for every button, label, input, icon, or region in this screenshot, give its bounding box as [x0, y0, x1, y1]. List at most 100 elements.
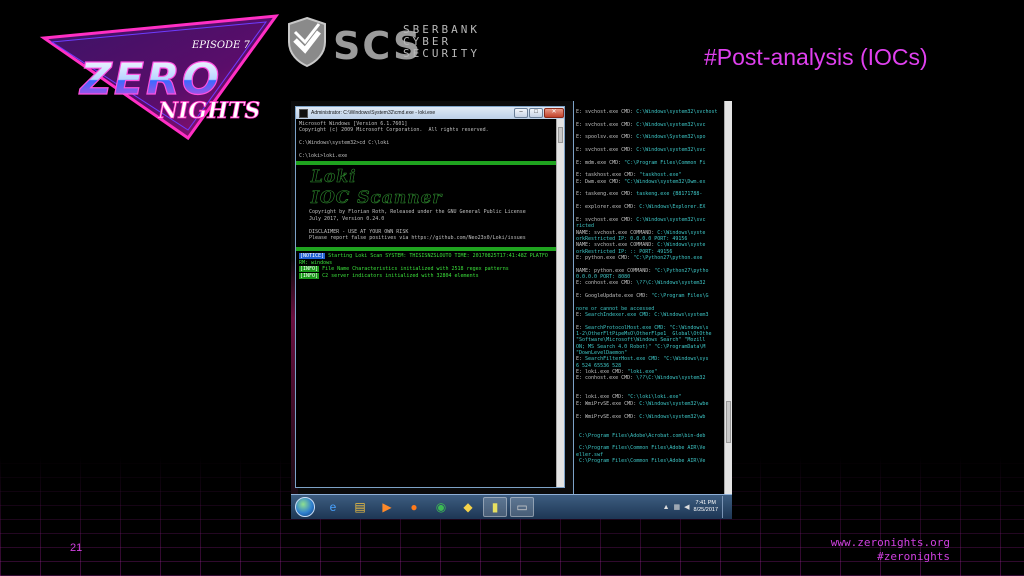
- line-key: E: svchost.exe CMD:: [576, 109, 637, 115]
- info-badge: [INFO]: [299, 272, 320, 279]
- banner-divider: [296, 247, 564, 252]
- line-value: C:\Program Files\Common Files\Adobe AIR\…: [576, 457, 706, 464]
- line-key: E: loki.exe CMD:: [576, 369, 628, 376]
- banner-divider: [296, 161, 564, 166]
- scs-line-3: SECURITY: [403, 47, 480, 60]
- shield-icon: [288, 16, 326, 68]
- taskbar-item[interactable]: e: [321, 497, 345, 517]
- info-badge: [INFO]: [299, 266, 320, 273]
- line-value: C:\Windows\syste: [657, 242, 706, 249]
- cmd-icon: [299, 108, 308, 118]
- line-key: E:: [576, 324, 586, 331]
- line-key: NAME: svchost.exe COMMAND:: [576, 229, 658, 236]
- show-desktop-button[interactable]: [722, 496, 728, 518]
- taskbar-item[interactable]: ▤: [348, 497, 372, 517]
- slide-number: 21: [70, 542, 83, 554]
- taskbar-item[interactable]: ◉: [429, 497, 453, 517]
- line-value: C:\Windows\system32\wbe: [639, 400, 709, 407]
- line-value: ON; MS Search 4.0 Robot)" "C:\ProgramDat…: [576, 343, 706, 350]
- scrollbar-thumb[interactable]: [726, 401, 731, 443]
- internet-explorer-icon: e: [329, 500, 337, 514]
- console-line: E: svchost.exe CMD: C:\Windows\system32\…: [576, 109, 730, 115]
- line-value: orkRestricted IP: 0.0.0.0 PORT: 49156: [576, 235, 688, 242]
- console-line: E: GoogleUpdate.exe CMD: "C:\Program Fil…: [576, 293, 730, 299]
- nights-word: NIGHTS: [157, 98, 260, 124]
- line-value: SearchProtocolHost.exe CMD: "C:\Windows\…: [585, 324, 709, 331]
- system-clock[interactable]: 7:41 PM 8/25/2017: [694, 500, 718, 514]
- notepad-icon: ▮: [491, 500, 499, 514]
- line-key: E:: [576, 356, 586, 363]
- clock-date: 8/25/2017: [693, 507, 718, 513]
- line-key: E: taskeng.exe CMD:: [576, 191, 637, 198]
- line-value: "DownLevelDaemon": [576, 350, 628, 357]
- line-value: "C:\Python27\python.exe: [633, 254, 703, 261]
- line-key: E: svchost.exe CMD:: [576, 121, 637, 128]
- notice-text: Starting Loki Scan SYSTEM: THISISNZSLOUT…: [325, 253, 548, 260]
- line-value: C:\Windows\system32\svc: [636, 216, 706, 223]
- taskbar-item[interactable]: ◆: [456, 497, 480, 517]
- line-value: \??\C:\Windows\system32: [636, 280, 706, 287]
- info-text: C2 server indicators initialized with 32…: [319, 272, 479, 279]
- line-key: NAME: svchost.exe COMMAND:: [576, 242, 658, 249]
- window-title: Administrator: C:\Windows\System32\cmd.e…: [311, 110, 436, 116]
- pinned-apps: e ▤ ▶ ● ◉ ◆ ▮ ▭: [321, 497, 537, 517]
- line-value: nore or cannot be accessed: [576, 305, 655, 312]
- line-key: E: WmiPrvSE.exe CMD:: [576, 413, 640, 420]
- notice-line: [NOTICE] Starting Loki Scan SYSTEM: THIS…: [299, 253, 561, 260]
- minimize-button[interactable]: –: [514, 108, 528, 118]
- line-value: 1-2\OtherFltPipeMsO\OtherFlpe1_ Global\O…: [576, 331, 712, 338]
- line-value: "C:\Windows\system32\Dwm.ex: [624, 178, 706, 185]
- maximize-button[interactable]: □: [529, 108, 543, 118]
- line-value: C:\Windows\system32\svc: [636, 147, 706, 154]
- close-button[interactable]: ✕: [544, 108, 564, 118]
- line-value: "C:\Python27\pytho: [654, 267, 709, 274]
- firefox-icon: ●: [410, 500, 418, 514]
- line-key: E: conhost.exe CMD:: [576, 375, 637, 382]
- console-line: C:\loki>loki.exe: [299, 153, 348, 160]
- line-value: C:\Program Files\Common Files\Adobe AIR\…: [576, 445, 706, 452]
- media-player-icon: ▶: [382, 500, 392, 514]
- scrollbar-thumb[interactable]: [558, 127, 563, 143]
- console-line: Copyright by Florian Roth, Released unde…: [309, 209, 526, 216]
- taskbar-item[interactable]: ▶: [375, 497, 399, 517]
- line-value: orkRestricted IP: :: PORT: 49156: [576, 248, 673, 255]
- cmd-window-loki[interactable]: Administrator: C:\Windows\System32\cmd.e…: [295, 106, 565, 488]
- console-line: Please report false positives via https:…: [309, 235, 526, 242]
- console-output: E: svchost.exe CMD: C:\Windows\system32\…: [574, 101, 732, 495]
- console-output: Microsoft Windows [Version 6.1.7601] Cop…: [296, 119, 564, 487]
- info-line: [INFO] C2 server indicators initialized …: [299, 272, 561, 279]
- website-link[interactable]: www.zeronights.org: [831, 536, 950, 550]
- line-key: E: conhost.exe CMD:: [576, 280, 637, 287]
- taskbar-item[interactable]: ●: [402, 497, 426, 517]
- vertical-scrollbar[interactable]: [724, 101, 732, 495]
- line-value: C:\Windows\system32\svc: [636, 121, 706, 128]
- line-key: E: taskhost.exe CMD:: [576, 172, 640, 179]
- line-value: C:\Windows\Explorer.EX: [639, 204, 706, 211]
- line-value: C:\Windows\System32\spo: [636, 134, 706, 141]
- line-key: E: Dwm.exe CMD:: [576, 178, 625, 185]
- tray-arrow-icon[interactable]: ▲: [663, 504, 670, 511]
- start-button[interactable]: [295, 497, 315, 517]
- cmd-icon: ▭: [516, 500, 528, 514]
- cmd-window-process-scan[interactable]: E: svchost.exe CMD: C:\Windows\system32\…: [573, 101, 732, 495]
- line-value: "C:\Program Files\Common Fi: [624, 159, 706, 166]
- network-icon[interactable]: ▦: [674, 503, 681, 511]
- vertical-scrollbar[interactable]: [556, 119, 564, 487]
- line-value: "C:\Program Files\G: [651, 292, 709, 299]
- volume-icon[interactable]: ◀: [684, 503, 689, 511]
- line-value: C:\Windows\syste: [657, 229, 706, 236]
- console-line: C:\Program Files\Common Files\Adobe AIR\…: [576, 458, 730, 464]
- console-line: E: WmiPrvSE.exe CMD: C:\Windows\system32…: [576, 401, 730, 407]
- window-titlebar[interactable]: Administrator: C:\Windows\System32\cmd.e…: [296, 107, 564, 119]
- line-value: ricted: [576, 223, 595, 230]
- chrome-icon: ◉: [435, 500, 447, 514]
- taskbar-item[interactable]: ▮: [483, 497, 507, 517]
- line-value: "C:\loki\loki.exe": [627, 394, 682, 401]
- notice-badge: [NOTICE]: [299, 253, 326, 260]
- taskbar-item[interactable]: ▭: [510, 497, 534, 517]
- line-value: SearchFilterHost.exe CMD: "C:\Windows\sy…: [585, 356, 709, 363]
- line-key: E: explorer.exe CMD:: [576, 204, 640, 211]
- line-key: E: loki.exe CMD:: [576, 394, 628, 401]
- line-value: C:\Program Files\Adobe\Acrobat.com\bin-d…: [576, 432, 706, 439]
- line-value: "loki.exe": [627, 369, 658, 376]
